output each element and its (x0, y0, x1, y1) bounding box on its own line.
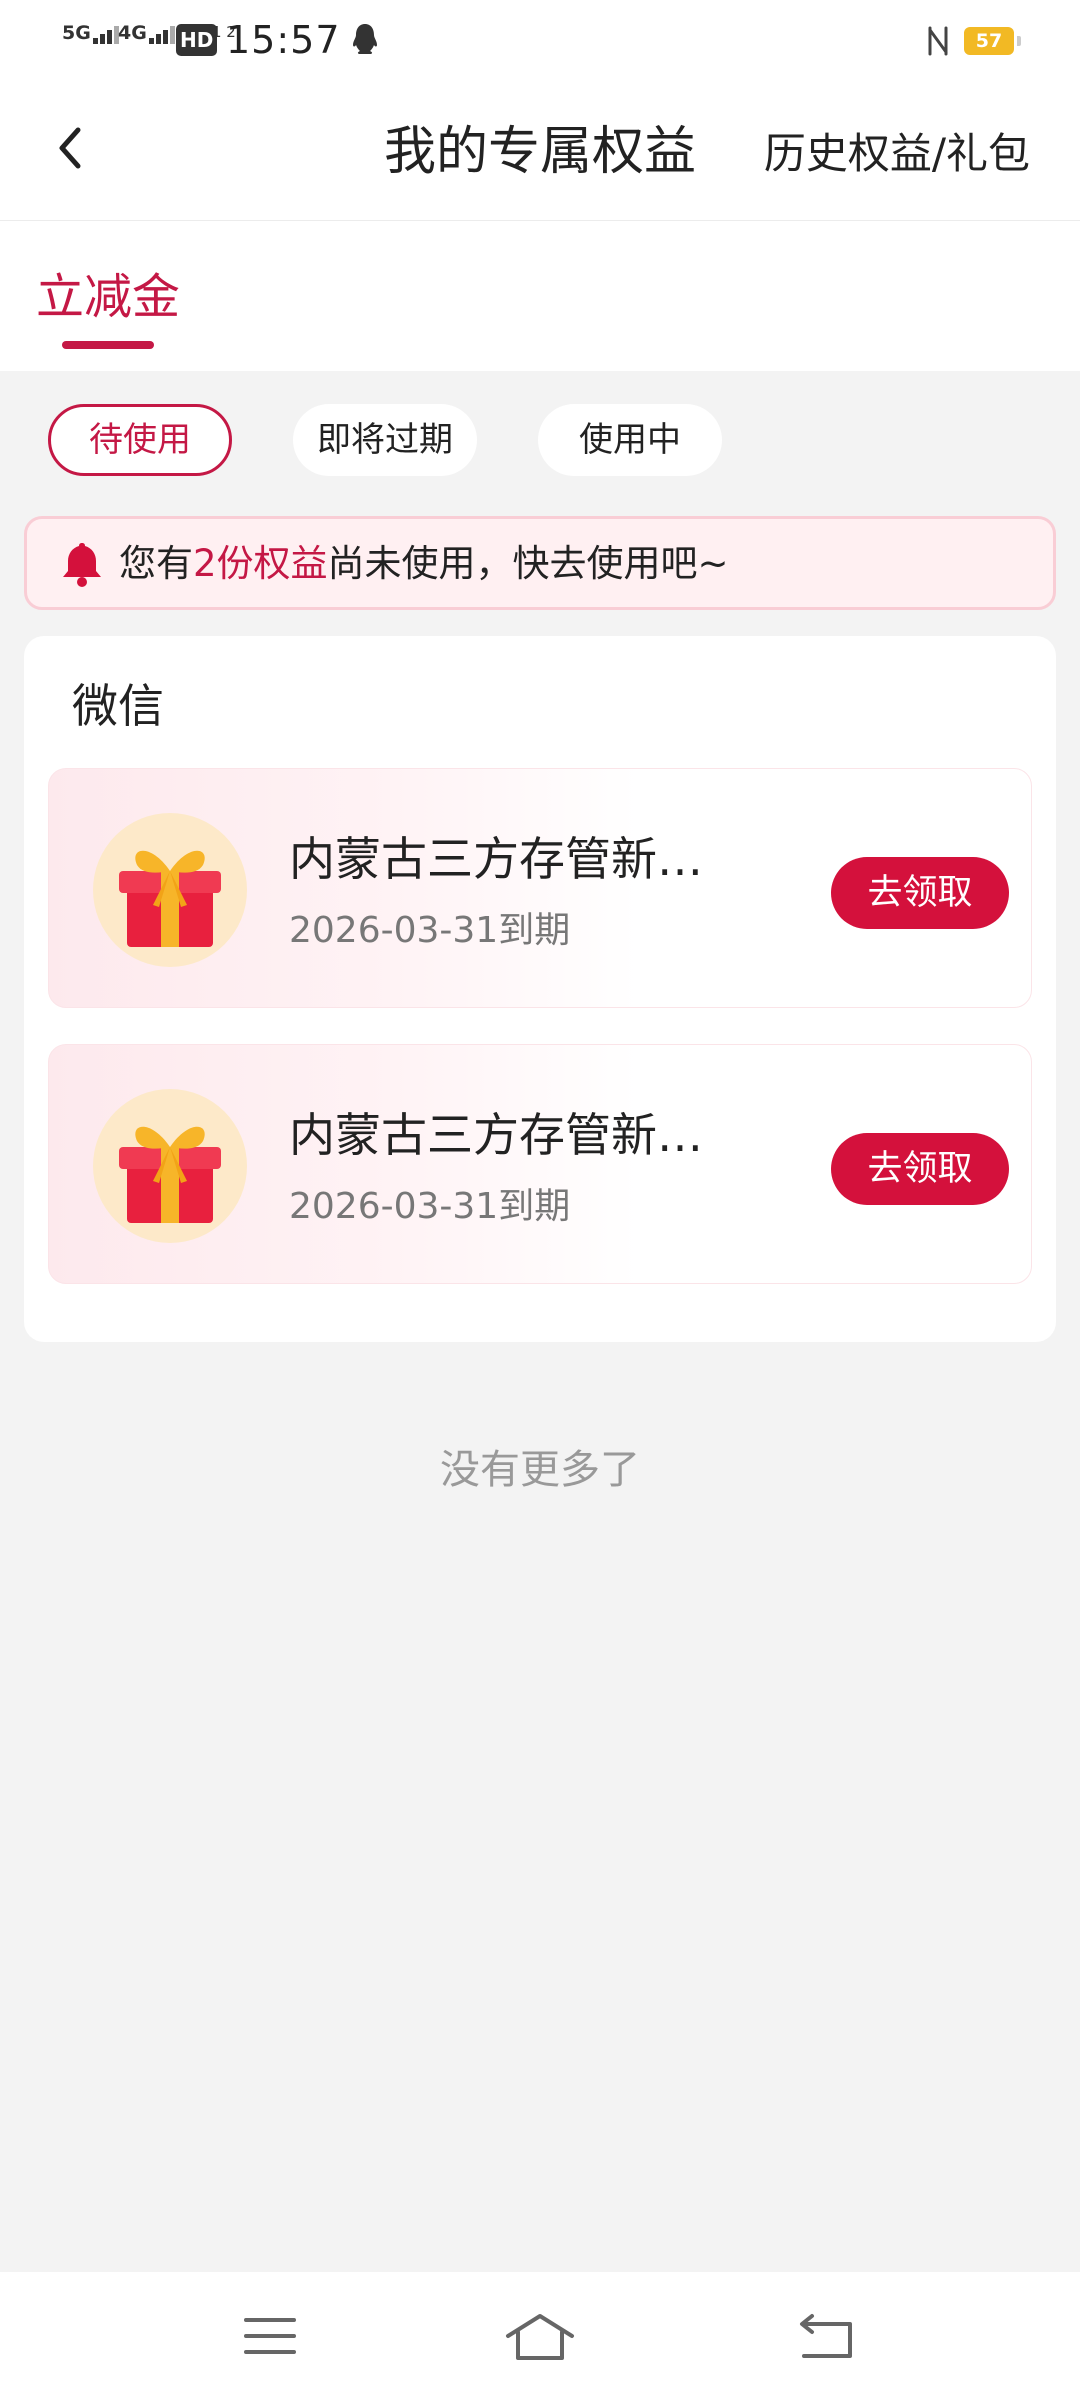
signal-5g-icon: 5G (62, 22, 121, 44)
benefit-item: 内蒙古三方存管新… 2026-03-31到期 去领取 (48, 1044, 1032, 1284)
home-icon[interactable] (500, 2306, 580, 2366)
history-benefits-link[interactable]: 历史权益/礼包 (764, 126, 1030, 182)
nfc-icon (928, 26, 948, 56)
tab-active-indicator (62, 341, 154, 349)
system-nav-bar (0, 2272, 1080, 2400)
notice-prefix: 您有 (119, 542, 193, 585)
bell-icon (63, 543, 101, 587)
claim-button[interactable]: 去领取 (831, 857, 1009, 929)
notice-highlight: 2份权益 (193, 542, 328, 585)
benefit-expiry: 2026-03-31到期 (289, 910, 571, 951)
qq-notification-icon (353, 24, 377, 54)
top-nav-bar: 我的专属权益 历史权益/礼包 (0, 84, 1080, 221)
tab-strip: 立减金 (0, 221, 1080, 371)
gift-icon (93, 1089, 247, 1243)
benefit-item: 内蒙古三方存管新… 2026-03-31到期 去领取 (48, 768, 1032, 1008)
status-time: 15:57 (226, 18, 341, 62)
network-5g-label: 5G (62, 22, 91, 44)
status-bar: 5G 4G HD 1 2 15:57 57 (0, 0, 1080, 84)
benefit-name: 内蒙古三方存管新… (289, 1108, 703, 1162)
tab-instant-discount[interactable]: 立减金 (36, 267, 180, 327)
battery-indicator: 57 (964, 27, 1021, 55)
notice-text: 您有2份权益尚未使用，快去使用吧~ (119, 539, 729, 589)
menu-icon[interactable] (230, 2306, 310, 2366)
filter-chip-in-use[interactable]: 使用中 (538, 404, 722, 476)
network-4g-label: 4G (118, 22, 147, 44)
no-more-text: 没有更多了 (440, 1447, 640, 1493)
notice-suffix: 尚未使用，快去使用吧~ (327, 542, 729, 585)
wechat-benefits-card: 微信 内蒙古三方存管新… 2026-03-31到期 去领取 内蒙古三方存管新… (24, 636, 1056, 1342)
filter-chip-expiring[interactable]: 即将过期 (293, 404, 477, 476)
benefit-name: 内蒙古三方存管新… (289, 832, 703, 886)
back-arrow-icon[interactable] (784, 2306, 864, 2366)
benefit-expiry: 2026-03-31到期 (289, 1186, 571, 1227)
claim-button[interactable]: 去领取 (831, 1133, 1009, 1205)
back-chevron-icon[interactable] (40, 116, 104, 180)
page-title: 我的专属权益 (383, 122, 696, 182)
gift-icon (93, 813, 247, 967)
signal-4g-icon: 4G (118, 22, 177, 44)
section-title: 微信 (72, 679, 164, 733)
filter-chip-unused[interactable]: 待使用 (48, 404, 232, 476)
unused-benefits-notice: 您有2份权益尚未使用，快去使用吧~ (24, 516, 1056, 610)
